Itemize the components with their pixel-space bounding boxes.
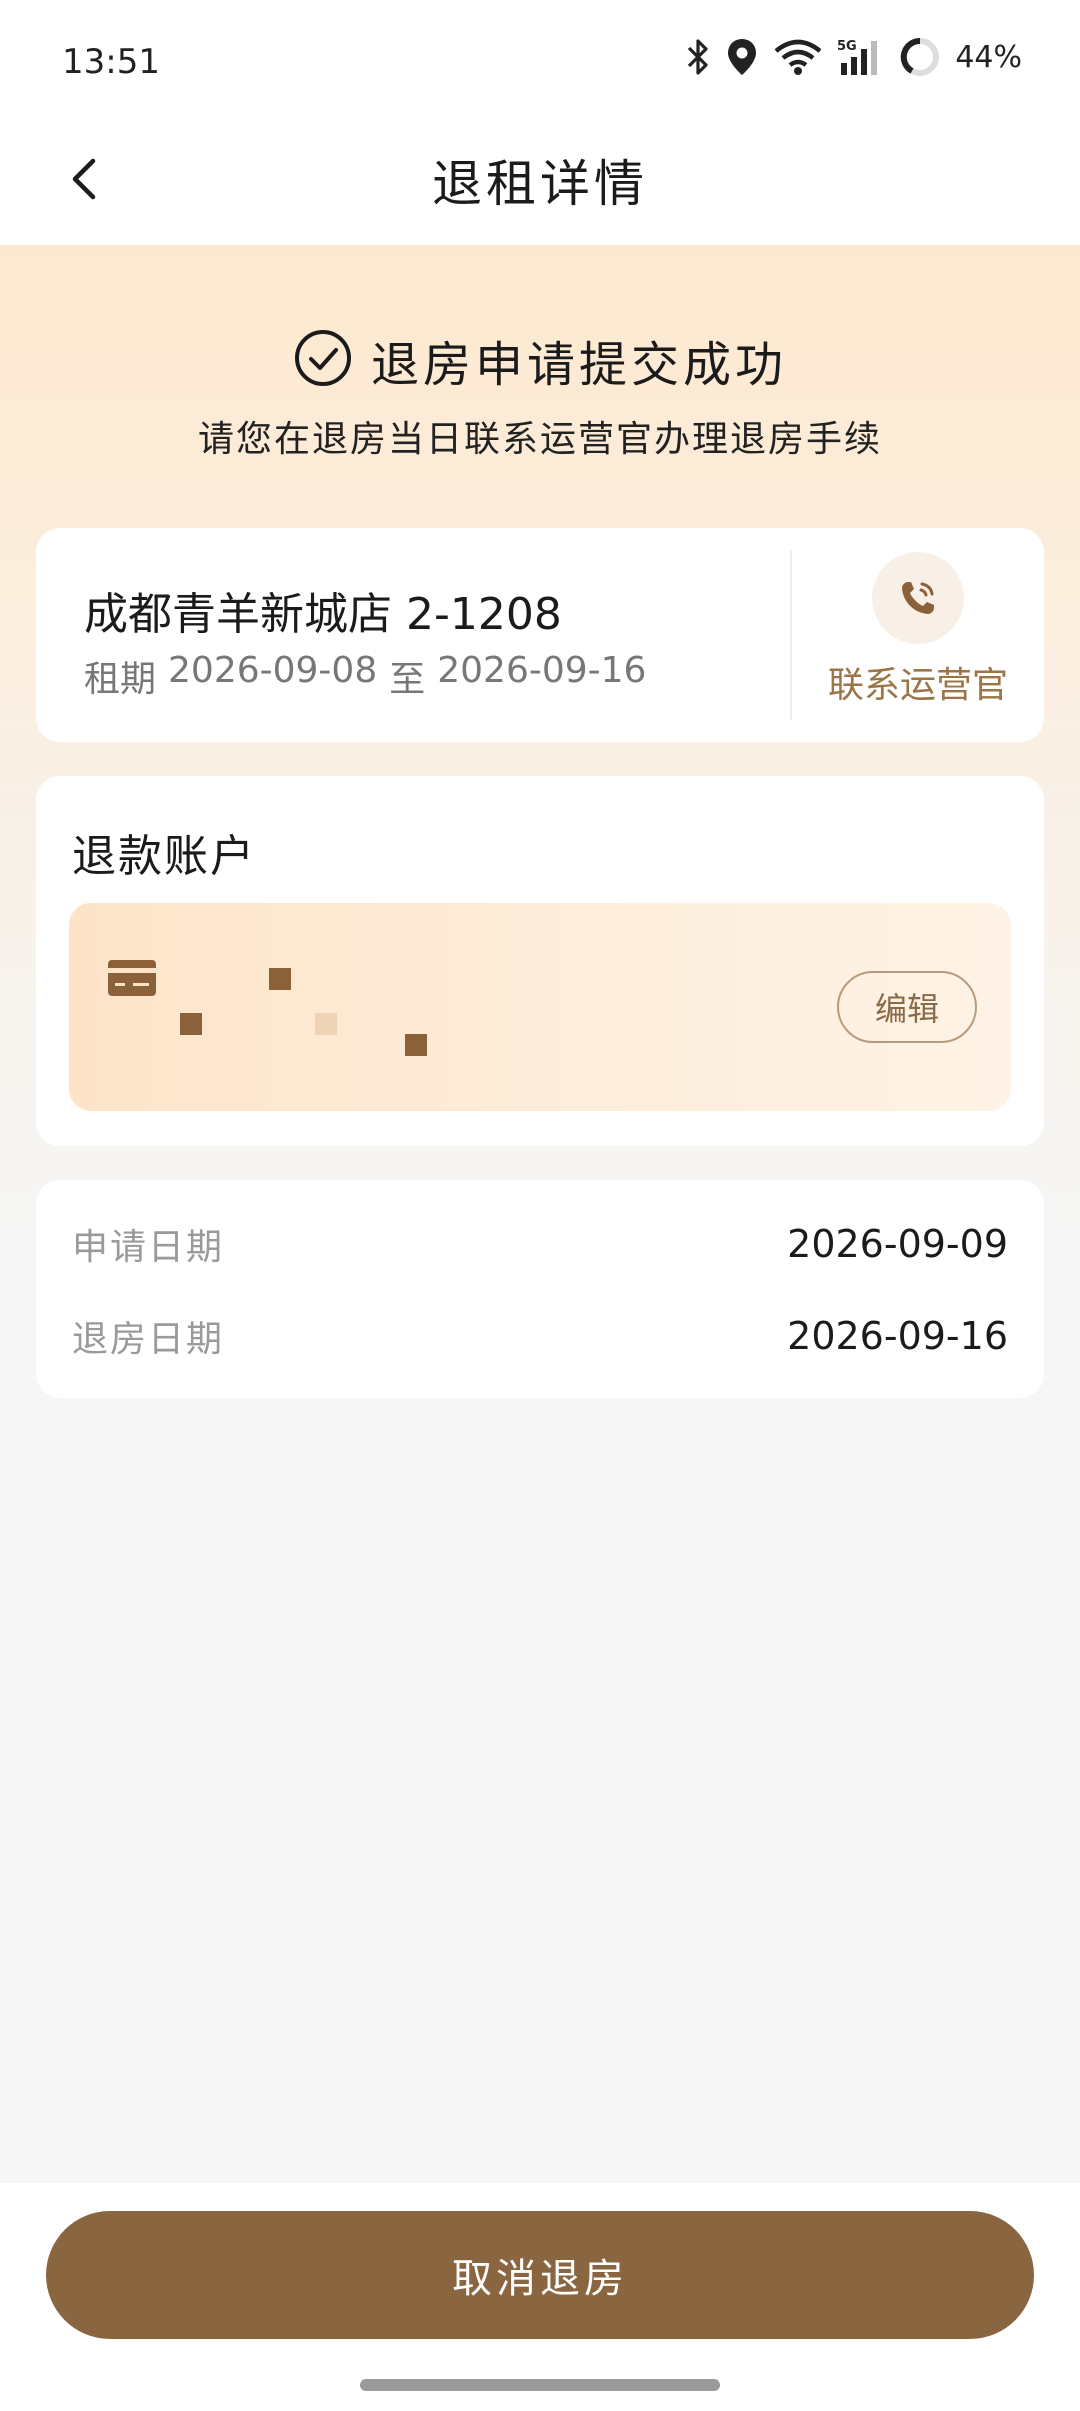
- home-indicator[interactable]: [360, 2379, 720, 2391]
- room-name: 成都青羊新城店 2-1208: [84, 589, 562, 640]
- refund-account-card: 退款账户 编辑: [36, 776, 1044, 1146]
- status-bar: 13:51 5G 44%: [0, 0, 1080, 120]
- lease-period-label: 租期: [84, 659, 157, 700]
- signal-icon: 5G: [837, 37, 885, 77]
- refund-account-title: 退款账户: [72, 831, 256, 882]
- success-header: 退房申请提交成功: [0, 325, 1080, 395]
- checkout-date-row: 退房日期 2026-09-16: [72, 1306, 1008, 1366]
- cancel-checkout-button[interactable]: 取消退房: [46, 2211, 1034, 2339]
- status-time: 13:51: [62, 42, 160, 82]
- lease-start-date: 2026-09-08: [168, 650, 378, 691]
- bottom-bar: 取消退房: [0, 2183, 1080, 2411]
- phone-icon: [872, 552, 964, 644]
- contact-operator-label: 联系运营官: [827, 665, 1008, 706]
- apply-date-value: 2026-09-09: [787, 1222, 1008, 1266]
- battery-level: 44%: [955, 39, 1022, 75]
- page-title: 退租详情: [432, 155, 648, 213]
- svg-text:5G: 5G: [837, 39, 857, 54]
- masked-account-pixel: [269, 968, 291, 990]
- apply-date-label: 申请日期: [72, 1227, 225, 1268]
- dates-card: 申请日期 2026-09-09 退房日期 2026-09-16: [36, 1180, 1044, 1398]
- battery-icon: [899, 36, 941, 78]
- masked-account-pixel: [315, 1013, 337, 1035]
- edit-account-button[interactable]: 编辑: [837, 971, 977, 1043]
- masked-account-pixel: [180, 1013, 202, 1035]
- status-icons: 5G 44%: [685, 36, 1022, 78]
- bluetooth-icon: [685, 37, 711, 77]
- success-subtitle: 请您在退房当日联系运营官办理退房手续: [197, 419, 882, 460]
- checkout-date-value: 2026-09-16: [787, 1314, 1008, 1358]
- page: 13:51 5G 44% 退租详情 退房申请提交成功 请您在退房当日联系运营官办…: [0, 0, 1080, 2411]
- refund-account-box: 编辑: [69, 903, 1011, 1111]
- lease-period: 租期 2026-09-08 至 2026-09-16: [84, 650, 646, 702]
- location-icon: [725, 37, 759, 77]
- apply-date-row: 申请日期 2026-09-09: [72, 1214, 1008, 1274]
- credit-card-icon: [107, 959, 157, 1001]
- room-card: 成都青羊新城店 2-1208 租期 2026-09-08 至 2026-09-1…: [36, 528, 1044, 742]
- masked-account-pixel: [405, 1034, 427, 1056]
- lease-period-separator: 至: [389, 659, 426, 700]
- success-title: 退房申请提交成功: [370, 337, 787, 393]
- wifi-icon: [773, 37, 823, 77]
- checkout-date-label: 退房日期: [72, 1319, 225, 1360]
- contact-operator-button[interactable]: 联系运营官: [792, 528, 1044, 742]
- lease-end-date: 2026-09-16: [437, 650, 647, 691]
- check-circle-icon: [293, 328, 353, 392]
- nav-bar: 退租详情: [0, 120, 1080, 245]
